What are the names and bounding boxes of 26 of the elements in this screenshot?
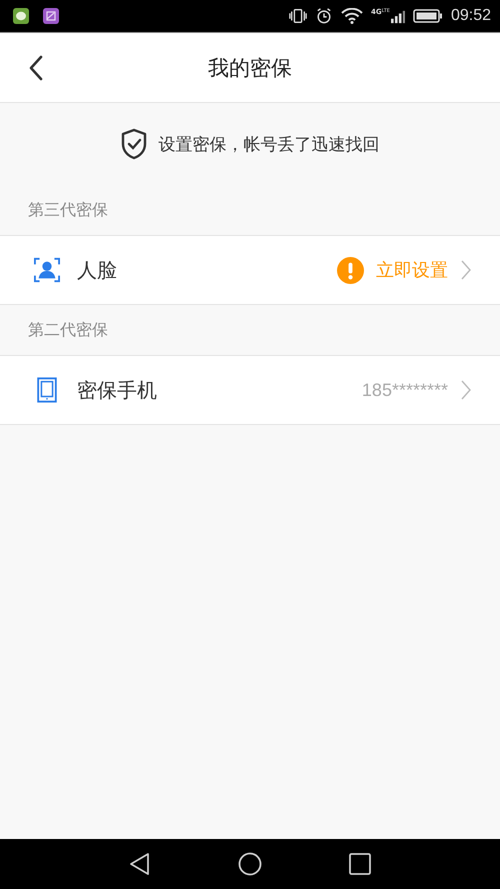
gallery-app-icon <box>43 8 59 24</box>
battery-icon <box>412 9 443 23</box>
list-item[interactable]: 密保手机 185******** <box>0 355 500 425</box>
recents-icon[interactable] <box>348 852 372 876</box>
back-icon <box>29 55 43 81</box>
tip-text: 设置密保，帐号丢了迅速找回 <box>158 134 380 156</box>
chevron-right-icon <box>460 380 472 400</box>
list-item[interactable]: 人脸 立即设置 <box>0 235 500 305</box>
item-label: 人脸 <box>77 256 117 284</box>
chevron-right-icon <box>460 260 472 280</box>
back-icon[interactable] <box>128 852 152 876</box>
shield-check-icon <box>120 128 146 160</box>
vibrate-icon <box>289 8 308 24</box>
home-icon[interactable] <box>238 852 262 876</box>
alarm-icon <box>315 8 334 24</box>
page-title: 我的密保 <box>208 54 292 82</box>
clock-time: 09:52 <box>450 7 491 25</box>
section-heading: 第二代密保 <box>28 320 108 340</box>
item-label: 密保手机 <box>77 376 157 404</box>
face-scan-icon <box>34 257 60 283</box>
warning-icon <box>337 256 364 284</box>
chat-app-icon <box>13 8 29 24</box>
wifi-icon <box>341 8 364 24</box>
phone-number: 185******** <box>362 380 448 400</box>
section-heading: 第三代密保 <box>28 200 108 220</box>
signal-icon <box>390 10 405 24</box>
